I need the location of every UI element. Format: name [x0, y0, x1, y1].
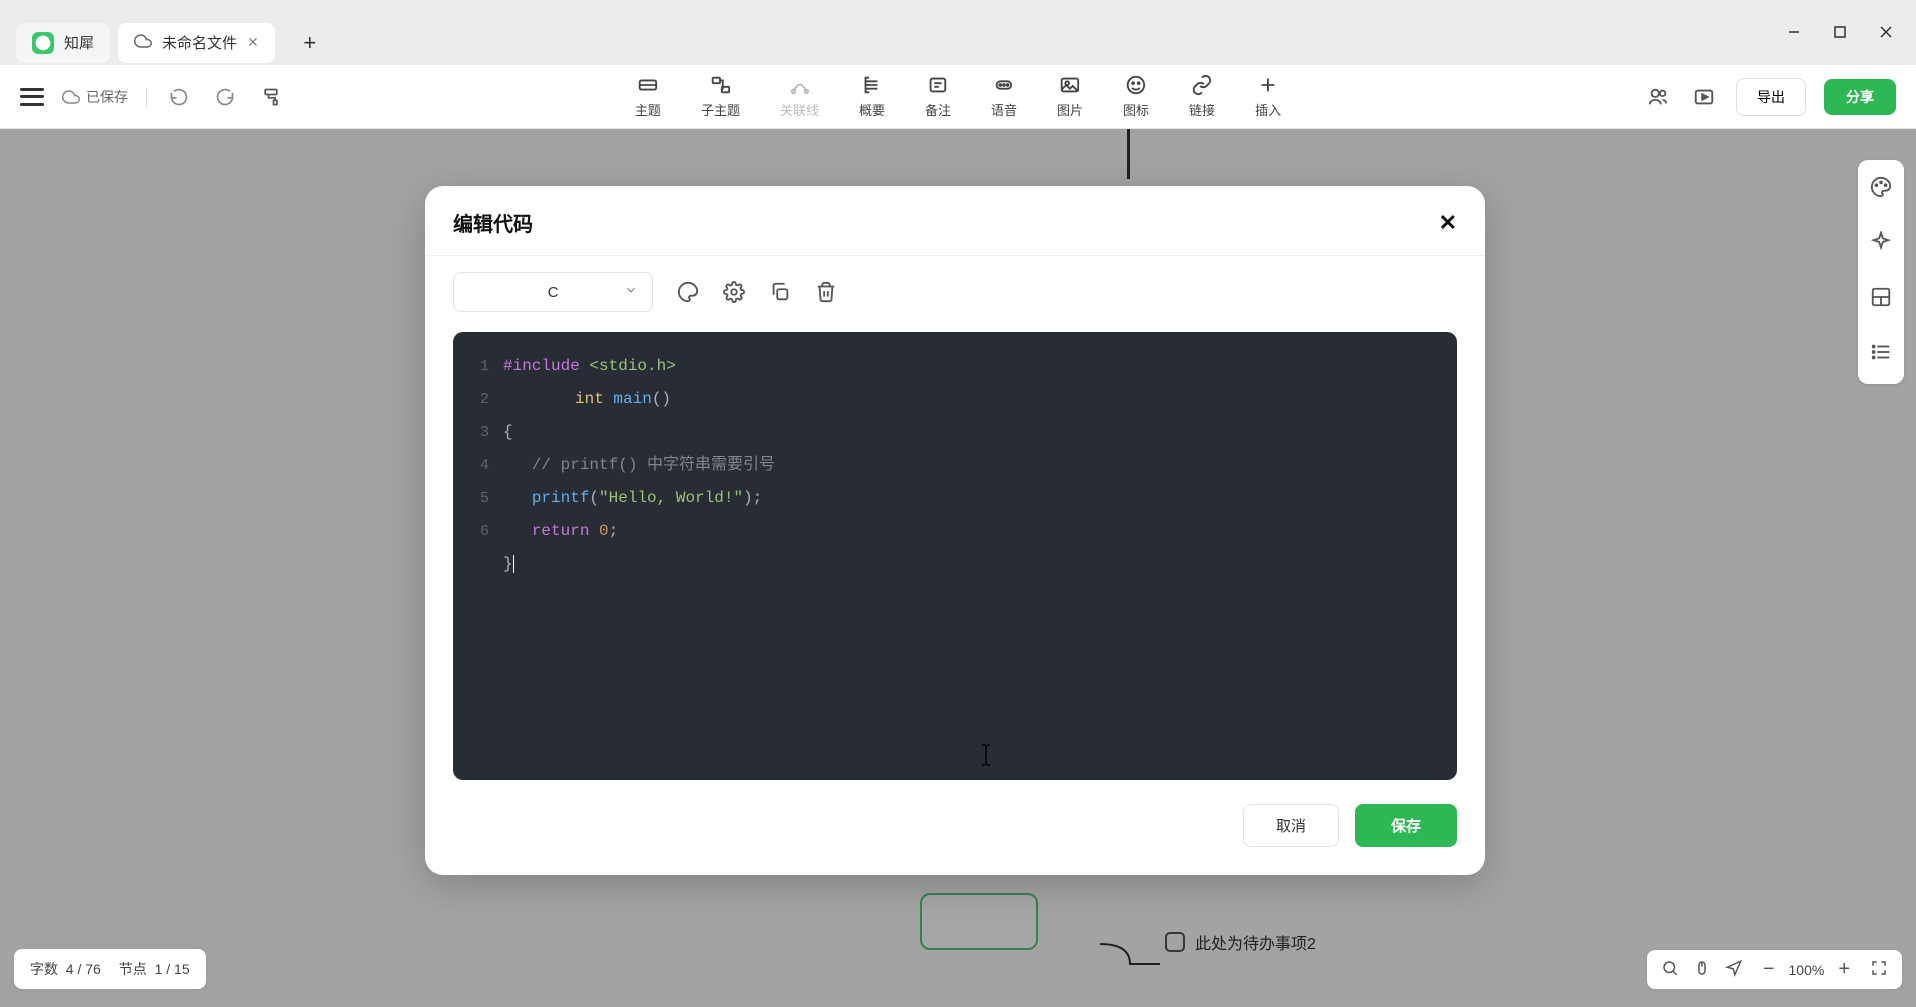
- tool-theme-label: 主题: [635, 100, 661, 119]
- save-button[interactable]: 保存: [1355, 804, 1457, 847]
- code-editor-dialog: 编辑代码 ✕ C 1 2 3 4 5 6: [425, 186, 1485, 875]
- word-count: 字数 4 / 76: [30, 959, 101, 979]
- dialog-title: 编辑代码: [453, 208, 533, 237]
- share-button[interactable]: 分享: [1824, 79, 1896, 115]
- close-window-button[interactable]: [1866, 16, 1906, 48]
- locate-button[interactable]: [1725, 959, 1743, 980]
- maximize-button[interactable]: [1820, 16, 1860, 48]
- status-bar-right: − 100% +: [1647, 950, 1902, 989]
- cloud-icon: [134, 32, 152, 54]
- theme-color-button[interactable]: [677, 281, 699, 303]
- collaborators-button[interactable]: [1644, 83, 1672, 111]
- tool-link-label: 链接: [1189, 100, 1215, 119]
- outline-button[interactable]: [1870, 341, 1892, 368]
- tool-note-label: 备注: [925, 100, 951, 119]
- mouse-mode-button[interactable]: [1693, 959, 1711, 980]
- search-button[interactable]: [1661, 959, 1679, 980]
- tool-icon-label: 图标: [1123, 100, 1149, 119]
- tool-insert[interactable]: 插入: [1255, 74, 1281, 119]
- main-toolbar: 已保存 主题 子主题 关联线 概要 备注: [0, 65, 1916, 129]
- status-bar-left: 字数 4 / 76 节点 1 / 15: [14, 949, 206, 989]
- tool-subtopic-label: 子主题: [701, 100, 740, 119]
- tool-insert-label: 插入: [1255, 100, 1281, 119]
- save-status: 已保存: [62, 87, 128, 107]
- settings-button[interactable]: [723, 281, 745, 303]
- document-tab[interactable]: 未命名文件 ✕: [118, 23, 275, 63]
- dialog-toolbar: C: [425, 256, 1485, 324]
- ai-sparkle-button[interactable]: [1870, 231, 1892, 258]
- code-editor-area[interactable]: 1 2 3 4 5 6 #include <stdio.h>int main()…: [453, 332, 1457, 780]
- zoom-level[interactable]: 100%: [1789, 962, 1825, 978]
- tool-audio-label: 语音: [991, 100, 1017, 119]
- window-controls: [1774, 16, 1906, 48]
- title-bar: 知犀 未命名文件 ✕ +: [0, 0, 1916, 65]
- dialog-header: 编辑代码 ✕: [425, 186, 1485, 256]
- tabs-area: 知犀 未命名文件 ✕ +: [16, 23, 329, 63]
- tool-note[interactable]: 备注: [925, 74, 951, 119]
- format-painter-button[interactable]: [257, 83, 285, 111]
- text-cursor-icon: [978, 743, 980, 765]
- tool-link[interactable]: 链接: [1189, 74, 1215, 119]
- toolbar-right: 导出 分享: [1644, 78, 1896, 116]
- zoom-out-button[interactable]: −: [1763, 958, 1775, 981]
- tool-relation-label: 关联线: [780, 100, 819, 119]
- divider: [146, 87, 147, 107]
- zoom-in-button[interactable]: +: [1838, 958, 1850, 981]
- undo-button[interactable]: [165, 83, 193, 111]
- tool-subtopic[interactable]: 子主题: [701, 74, 740, 119]
- style-palette-button[interactable]: [1870, 176, 1892, 203]
- delete-button[interactable]: [815, 281, 837, 303]
- close-tab-icon[interactable]: ✕: [247, 34, 259, 51]
- language-select-value: C: [548, 284, 559, 301]
- tool-summary[interactable]: 概要: [859, 74, 885, 119]
- toolbar-left: 已保存: [20, 83, 285, 111]
- app-logo-icon: [32, 32, 54, 54]
- node-count: 节点 1 / 15: [119, 959, 190, 979]
- dialog-close-button[interactable]: ✕: [1439, 210, 1457, 236]
- tool-summary-label: 概要: [859, 100, 885, 119]
- tool-relation[interactable]: 关联线: [780, 74, 819, 119]
- tool-icon[interactable]: 图标: [1123, 74, 1149, 119]
- tool-image[interactable]: 图片: [1057, 74, 1083, 119]
- tool-image-label: 图片: [1057, 100, 1083, 119]
- redo-button[interactable]: [211, 83, 239, 111]
- fullscreen-button[interactable]: [1870, 959, 1888, 980]
- chevron-down-icon: [624, 283, 638, 301]
- code-content[interactable]: #include <stdio.h>int main(){ // printf(…: [503, 350, 1457, 762]
- copy-button[interactable]: [769, 281, 791, 303]
- document-tab-label: 未命名文件: [162, 32, 237, 53]
- layout-button[interactable]: [1870, 286, 1892, 313]
- tool-audio[interactable]: 语音: [991, 74, 1017, 119]
- dialog-footer: 取消 保存: [425, 780, 1485, 875]
- home-tab[interactable]: 知犀: [16, 23, 110, 63]
- export-button[interactable]: 导出: [1736, 78, 1806, 116]
- present-button[interactable]: [1690, 83, 1718, 111]
- minimize-button[interactable]: [1774, 16, 1814, 48]
- tool-theme[interactable]: 主题: [635, 74, 661, 119]
- home-tab-label: 知犀: [64, 32, 94, 53]
- cloud-sync-icon: [62, 88, 80, 106]
- new-tab-button[interactable]: +: [291, 24, 329, 62]
- toolbar-center: 主题 子主题 关联线 概要 备注 语音 图片 图标: [635, 74, 1281, 119]
- line-gutter: 1 2 3 4 5 6: [453, 350, 503, 762]
- language-select[interactable]: C: [453, 272, 653, 312]
- cancel-button[interactable]: 取消: [1243, 804, 1339, 847]
- right-side-panel: [1858, 160, 1904, 384]
- menu-button[interactable]: [20, 88, 44, 106]
- save-status-label: 已保存: [86, 87, 128, 107]
